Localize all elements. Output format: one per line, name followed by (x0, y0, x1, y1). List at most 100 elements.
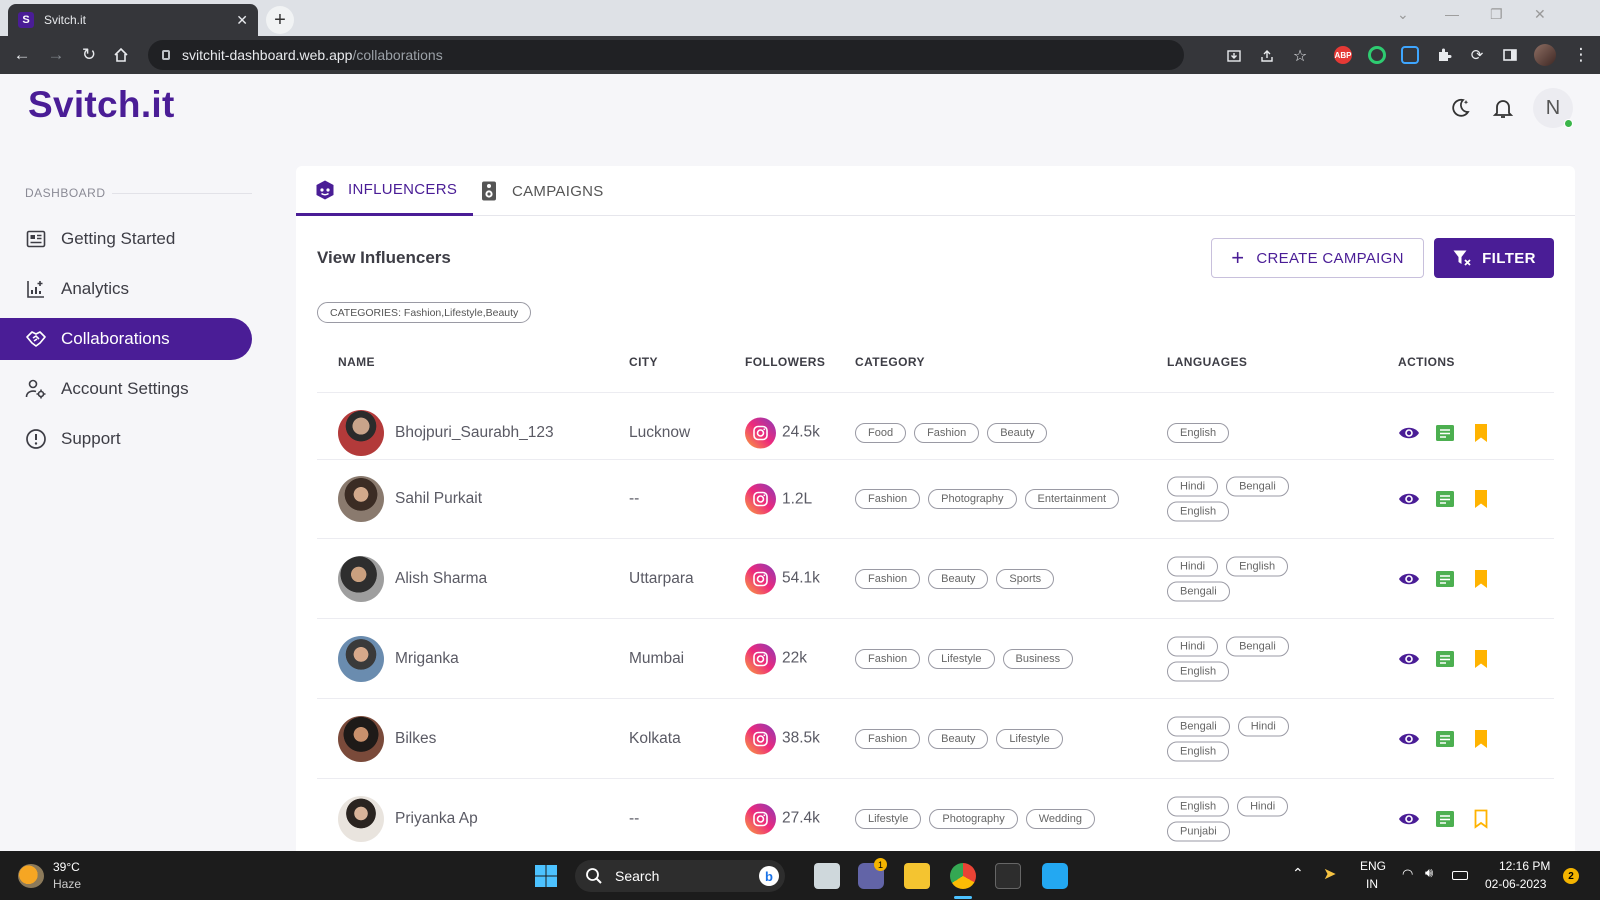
clock-time[interactable]: 12:16 PM (1499, 859, 1550, 873)
sidebar-item-analytics[interactable]: Analytics (0, 268, 252, 310)
side-panel-icon[interactable] (1499, 44, 1521, 66)
bookmark-icon[interactable] (1470, 568, 1492, 590)
column-header-city[interactable]: CITY (629, 355, 658, 369)
view-eye-icon[interactable] (1398, 648, 1420, 670)
screenshot-extension-icon[interactable] (1401, 46, 1419, 64)
language-chips: Hindi English Bengali (1167, 556, 1317, 601)
browser-menu-icon[interactable]: ⋮ (1570, 44, 1592, 66)
tab-campaigns[interactable]: CAMPAIGNS (478, 166, 604, 216)
close-tab-icon[interactable]: ✕ (236, 12, 248, 29)
assign-campaign-icon[interactable] (1434, 728, 1456, 750)
user-avatar[interactable]: N (1533, 88, 1573, 128)
extensions-puzzle-icon[interactable] (1433, 44, 1455, 66)
adblock-icon[interactable]: ABP (1334, 46, 1352, 64)
sidebar-item-support[interactable]: Support (0, 418, 252, 460)
assign-campaign-icon[interactable] (1434, 568, 1456, 590)
table-row[interactable]: Priyanka Ap -- 27.4k Lifestyle Photograp… (317, 778, 1554, 856)
new-tab-button[interactable]: + (266, 6, 294, 34)
notification-bell-icon[interactable] (1491, 96, 1517, 122)
avatar[interactable] (338, 795, 384, 842)
column-header-name[interactable]: NAME (338, 355, 375, 369)
chrome-icon[interactable] (950, 863, 976, 889)
bookmark-icon[interactable] (1470, 422, 1492, 444)
view-eye-icon[interactable] (1398, 808, 1420, 830)
weather-temp[interactable]: 39°C (53, 860, 80, 874)
browser-tab[interactable]: S Svitch.it ✕ (8, 4, 258, 36)
assign-campaign-icon[interactable] (1434, 808, 1456, 830)
sidebar-item-getting-started[interactable]: Getting Started (0, 218, 252, 260)
influencer-name[interactable]: Priyanka Ap (395, 810, 478, 828)
language-chip: Hindi (1167, 636, 1219, 656)
bing-icon[interactable]: b (759, 866, 779, 886)
column-header-category[interactable]: CATEGORY (855, 355, 925, 369)
tab-search-icon[interactable]: ⌄ (1397, 6, 1409, 23)
windows-start-icon[interactable] (534, 864, 560, 890)
avatar[interactable] (338, 715, 384, 762)
notification-badge[interactable]: 2 (1563, 868, 1579, 884)
assign-campaign-icon[interactable] (1434, 648, 1456, 670)
assign-campaign-icon[interactable] (1434, 422, 1456, 444)
vscode-icon[interactable] (1042, 863, 1068, 889)
influencer-name[interactable]: Mriganka (395, 650, 459, 668)
active-filter-chip[interactable]: CATEGORIES: Fashion,Lifestyle,Beauty (317, 302, 532, 323)
forward-icon[interactable]: → (45, 44, 67, 66)
sidebar-item-label: Collaborations (61, 329, 170, 348)
table-row[interactable]: Alish Sharma Uttarpara 54.1k Fashion Bea… (317, 538, 1554, 618)
restore-icon[interactable]: ❐ (1490, 6, 1503, 23)
view-eye-icon[interactable] (1398, 422, 1420, 444)
minimize-icon[interactable]: — (1445, 6, 1459, 22)
share-icon[interactable] (1256, 45, 1278, 67)
bookmark-star-icon[interactable]: ☆ (1289, 45, 1311, 67)
language-top[interactable]: ENG (1360, 859, 1386, 873)
table-row[interactable]: Mriganka Mumbai 22k Fashion Lifestyle Bu… (317, 618, 1554, 698)
avatar[interactable] (338, 555, 384, 602)
avatar[interactable] (338, 635, 384, 682)
influencer-name[interactable]: Alish Sharma (395, 570, 487, 588)
avatar[interactable] (338, 476, 384, 522)
bookmark-icon[interactable] (1470, 648, 1492, 670)
avatar[interactable] (338, 409, 384, 456)
create-campaign-button[interactable]: + CREATE CAMPAIGN (1211, 238, 1424, 278)
volume-icon[interactable]: 🔊︎ (1425, 865, 1433, 881)
app-logo[interactable]: Svitch.it (28, 84, 175, 126)
wifi-icon[interactable]: ◠ (1402, 866, 1413, 882)
back-icon[interactable]: ← (11, 44, 33, 66)
influencer-name[interactable]: Sahil Purkait (395, 490, 482, 508)
influencer-cell: Alish Sharma (338, 555, 487, 602)
column-header-followers[interactable]: FOLLOWERS (745, 355, 825, 369)
weather-haze-icon[interactable] (18, 864, 44, 888)
window-close-icon[interactable]: ✕ (1534, 6, 1546, 23)
view-eye-icon[interactable] (1398, 488, 1420, 510)
table-row[interactable]: Bilkes Kolkata 38.5k Fashion Beauty Life… (317, 698, 1554, 778)
address-bar[interactable]: svitchit-dashboard.web.app/collaboration… (148, 40, 1184, 70)
taskbar-search[interactable]: Search b (575, 860, 785, 892)
view-eye-icon[interactable] (1398, 728, 1420, 750)
influencer-name[interactable]: Bilkes (395, 730, 436, 748)
home-icon[interactable] (110, 44, 132, 66)
bookmark-icon[interactable] (1470, 488, 1492, 510)
bookmark-outline-icon[interactable] (1470, 808, 1492, 830)
grammarly-icon[interactable] (1368, 46, 1386, 64)
location-icon[interactable]: ➤ (1323, 864, 1336, 884)
bookmark-icon[interactable] (1470, 728, 1492, 750)
sidebar-item-collaborations[interactable]: Collaborations (0, 318, 252, 360)
column-header-languages[interactable]: LANGUAGES (1167, 355, 1247, 369)
table-row[interactable]: Sahil Purkait -- 1.2L Fashion Photograph… (317, 459, 1554, 538)
assign-campaign-icon[interactable] (1434, 488, 1456, 510)
sync-icon[interactable]: ⟳ (1466, 44, 1488, 66)
task-view-icon[interactable] (814, 863, 840, 889)
tray-chevron-icon[interactable]: ⌃ (1292, 865, 1304, 882)
view-eye-icon[interactable] (1398, 568, 1420, 590)
dark-mode-icon[interactable] (1448, 96, 1474, 122)
reload-icon[interactable]: ↻ (78, 44, 100, 66)
sidebar-item-account-settings[interactable]: Account Settings (0, 368, 252, 410)
filter-button[interactable]: FILTER (1434, 238, 1554, 278)
terminal-icon[interactable] (995, 863, 1021, 889)
install-app-icon[interactable] (1223, 45, 1245, 67)
clock-date: 02-06-2023 (1485, 877, 1547, 891)
tab-influencers[interactable]: INFLUENCERS (296, 166, 474, 216)
file-explorer-icon[interactable] (904, 863, 930, 889)
influencer-name[interactable]: Bhojpuri_Saurabh_123 (395, 424, 554, 442)
profile-avatar-icon[interactable] (1534, 44, 1556, 66)
battery-icon[interactable] (1452, 871, 1468, 880)
